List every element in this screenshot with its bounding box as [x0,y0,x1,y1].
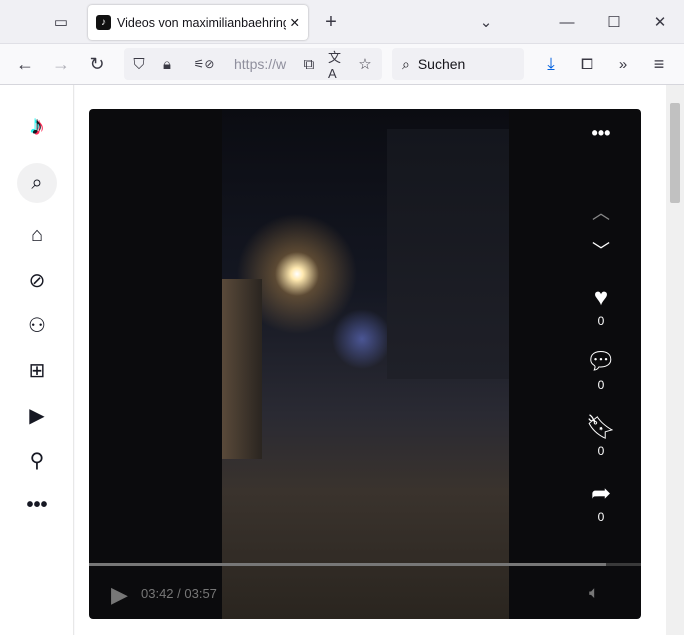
tiktok-favicon-icon: ♪ [96,15,111,30]
live-icon[interactable]: ▶︎ [17,395,57,435]
minimize-icon[interactable]: — [556,12,578,32]
reload-icon[interactable]: ↻ [86,54,108,74]
profile-icon[interactable]: ⚲ [17,440,57,480]
bookmark-count: 0 [597,444,605,458]
progress-bar[interactable] [89,563,641,566]
upload-icon[interactable]: ⊞ [17,350,57,390]
like-count: 0 [597,314,605,328]
share-count: 0 [597,510,605,524]
chevron-down-icon[interactable]: ⌄ [475,12,497,32]
tab-bar: ▭ ♪ Videos von maximilianbaehring ✕ + ⌄ … [0,0,684,44]
volume-icon[interactable]: 🔈︎ [589,583,599,603]
play-icon[interactable]: ▶ [111,582,128,608]
comment-button[interactable]: 💬︎ 0 [584,348,618,393]
progress-fill [89,563,607,566]
close-tab-icon[interactable]: ✕ [290,15,300,30]
bookmark-star-icon[interactable]: ☆ [356,55,374,73]
maximize-icon[interactable]: ☐ [603,12,625,32]
explore-icon[interactable]: ⊘ [17,260,57,300]
permissions-icon[interactable]: ⚟⊘ [184,55,224,73]
lock-icon[interactable]: 🔒︎ [158,55,176,73]
new-tab-icon[interactable]: + [320,10,342,34]
video-frame [222,109,509,619]
search-icon[interactable]: ⌕ [17,163,57,203]
search-icon: ⌕ [402,55,410,72]
tab-videos[interactable]: ♪ Videos von maximilianbaehring ✕ [88,5,308,40]
video-time: 03:42 / 03:57 [141,586,217,601]
url-bar[interactable]: ⛉ 🔒︎ ⚟⊘ https://w ⧉ 文A ☆ [124,48,382,81]
share-icon: ➦ [590,480,612,507]
heart-icon: ♥ [593,284,609,311]
bookmark-button[interactable]: 🔖︎ 0 [584,414,618,459]
previous-video-icon[interactable]: ︿ [584,199,618,225]
search-placeholder: Suchen [417,56,466,72]
forward-icon[interactable]: → [50,54,72,74]
tab-title: Videos von maximilianbaehring [117,15,286,30]
url-text[interactable]: https://w [234,56,299,72]
next-video-icon[interactable]: ﹀ [584,237,618,263]
menu-icon[interactable]: ≡ [648,54,670,74]
more-icon[interactable]: ••• [17,485,57,525]
overflow-icon[interactable]: » [612,54,634,74]
home-icon[interactable]: ⌂ [17,215,57,255]
translate-icon[interactable]: 文A [328,50,346,81]
close-window-icon[interactable]: ✕ [649,12,671,32]
comment-count: 0 [597,378,605,392]
share-button[interactable]: ➦ 0 [584,480,618,525]
tab-list-icon[interactable]: ▭ [50,12,72,32]
scrollbar-thumb[interactable] [670,103,680,203]
shield-icon[interactable]: ⛉ [130,55,148,73]
nav-bar: ← → ↻ ⛉ 🔒︎ ⚟⊘ https://w ⧉ 文A ☆ ⌕ Suchen … [0,44,684,85]
video-player[interactable]: ••• ︿ ﹀ ♥ 0 💬︎ 0 🔖︎ 0 ➦ 0 ▶ 03:42 / 03:57 🔈︎ [89,109,641,619]
bookmark-icon: 🔖︎ [585,414,617,441]
comment-icon: 💬︎ [585,348,617,375]
search-field[interactable]: ⌕ Suchen [392,48,524,80]
picture-in-picture-icon[interactable]: ⧉ [300,55,318,73]
tiktok-sidebar: ♪ ⌕ ⌂ ⊘ ⚇ ⊞ ▶︎ ⚲ ••• [0,85,74,635]
tiktok-logo-icon[interactable]: ♪ [17,105,57,145]
extensions-icon[interactable]: ⧠ [576,54,598,74]
following-icon[interactable]: ⚇ [17,305,57,345]
download-icon[interactable]: ⤓ [540,54,562,74]
scrollbar[interactable] [666,85,684,635]
more-options-icon[interactable]: ••• [584,123,618,144]
like-button[interactable]: ♥ 0 [584,284,618,329]
back-icon[interactable]: ← [14,54,36,74]
